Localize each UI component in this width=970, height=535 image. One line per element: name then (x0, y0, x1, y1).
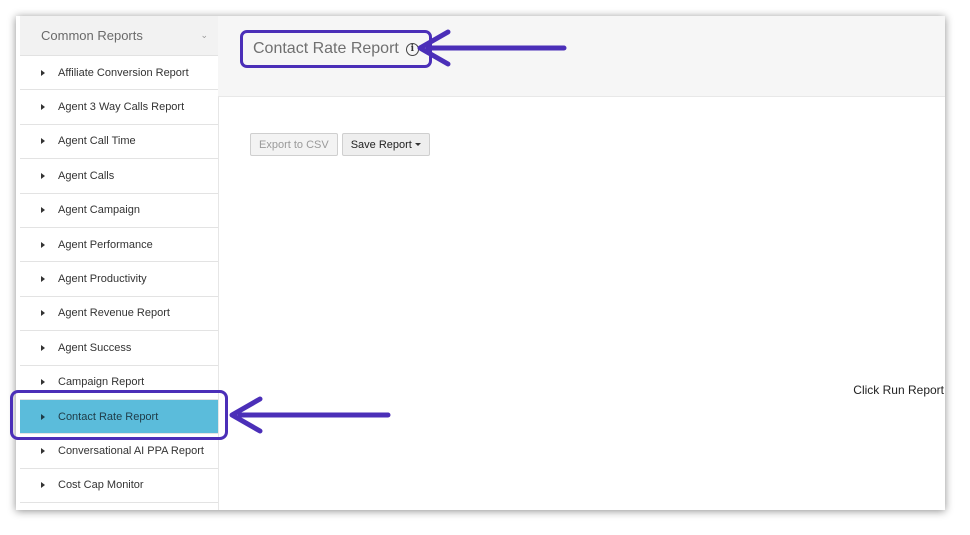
report-header: Contact Rate Report i (218, 16, 945, 97)
title-annotation-box: Contact Rate Report i (240, 30, 432, 68)
sidebar-header-label: Common Reports (41, 28, 143, 43)
caret-right-icon (41, 379, 45, 386)
sidebar-item-label: Agent Productivity (58, 273, 147, 286)
arrow-left-icon (229, 396, 391, 434)
sidebar-item-label: Agent Campaign (58, 204, 140, 217)
caret-right-icon (41, 69, 45, 76)
sidebar-item-label: Agent 3 Way Calls Report (58, 101, 185, 114)
sidebar-section-common-reports[interactable]: Common Reports ⌄ (20, 16, 218, 56)
caret-right-icon (41, 207, 45, 214)
sidebar-item[interactable]: Agent Call Time (20, 125, 218, 160)
sidebar-item[interactable]: Affiliate Conversion Report (20, 56, 218, 91)
sidebar-item[interactable]: Agent Revenue Report (20, 297, 218, 332)
sidebar-item-label: Agent Call Time (58, 135, 136, 148)
caret-right-icon (41, 241, 45, 248)
caret-right-icon (41, 104, 45, 111)
sidebar-item[interactable]: Agent 3 Way Calls Report (20, 90, 218, 125)
sidebar-item[interactable]: Agent Performance (20, 228, 218, 263)
sidebar-item[interactable]: Agent Productivity (20, 262, 218, 297)
report-toolbar: Export to CSV Save Report (250, 133, 430, 156)
sidebar-item-label: Campaign Report (58, 376, 145, 389)
save-report-button[interactable]: Save Report (341, 133, 430, 156)
sidebar-item[interactable]: Agent Calls (20, 159, 218, 194)
caret-right-icon (41, 447, 45, 454)
active-item-annotation-box (10, 390, 228, 440)
caret-right-icon (41, 138, 45, 145)
sidebar-item-label: Agent Success (58, 341, 132, 354)
sidebar-item[interactable]: Cost Cap Monitor (20, 469, 218, 504)
caret-right-icon (41, 172, 45, 179)
sidebar-item-label: Agent Revenue Report (58, 307, 170, 320)
chevron-down-icon: ⌄ (200, 30, 208, 40)
caret-down-icon (414, 143, 421, 146)
caret-right-icon (41, 310, 45, 317)
sidebar-item[interactable]: Agent Success (20, 331, 218, 366)
caret-right-icon (41, 482, 45, 489)
sidebar-item-label: Affiliate Conversion Report (58, 66, 189, 79)
caret-right-icon (41, 344, 45, 351)
sidebar-item-label: Cost Cap Monitor (58, 479, 144, 492)
sidebar-item-label: Agent Performance (58, 238, 153, 251)
empty-state-message: Click Run Report (853, 383, 944, 397)
sidebar-item-label: Conversational AI PPA Report (58, 444, 204, 457)
sidebar-item[interactable]: Agent Campaign (20, 194, 218, 228)
export-csv-button[interactable]: Export to CSV (250, 133, 338, 156)
sidebar-item-label: Agent Calls (58, 169, 115, 182)
arrow-left-icon (417, 29, 567, 67)
save-report-label: Save Report (350, 138, 412, 151)
caret-right-icon (41, 276, 45, 283)
page-title: Contact Rate Report (253, 40, 399, 57)
